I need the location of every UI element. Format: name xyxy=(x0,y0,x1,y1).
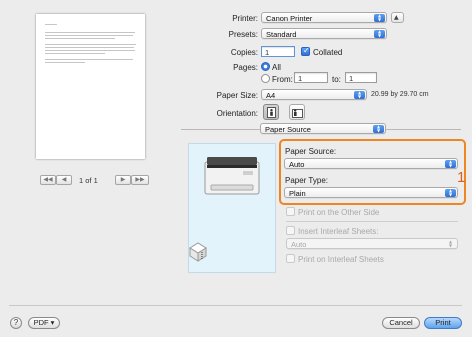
preview-text-line xyxy=(45,35,133,36)
preview-text-line xyxy=(45,47,134,48)
orientation-label: Orientation: xyxy=(216,109,258,118)
portrait-icon xyxy=(267,107,276,118)
help-button[interactable]: ? xyxy=(10,317,22,329)
preview-text-line xyxy=(45,38,115,39)
paper-size-value: A4 xyxy=(266,91,276,100)
footer-separator xyxy=(9,305,462,306)
last-page-button[interactable]: ▶▶ xyxy=(131,175,149,185)
pages-to-label: to: xyxy=(332,75,341,84)
paper-dimensions: 20.99 by 29.70 cm xyxy=(371,91,429,98)
printer-value: Canon Printer xyxy=(266,14,313,23)
section-popup-value: Paper Source xyxy=(265,125,311,134)
copies-label: Copies: xyxy=(230,48,258,57)
preview-text-line xyxy=(45,53,105,54)
print-other-side-checkbox[interactable] xyxy=(286,207,295,216)
page-counter: 1 of 1 xyxy=(79,176,98,185)
printer-icon xyxy=(204,157,260,195)
printer-preview-panel xyxy=(188,143,276,273)
popup-arrows-icon: ▲ ▼ xyxy=(354,91,365,99)
paper-size-label: Paper Size: xyxy=(216,91,258,100)
popup-arrows-icon: ▲ ▼ xyxy=(448,239,453,248)
cancel-button[interactable]: Cancel xyxy=(382,317,420,329)
paper-size-popup[interactable]: A4 ▲ ▼ xyxy=(261,89,367,100)
popup-arrows-icon: ▲ ▼ xyxy=(373,125,384,133)
popup-arrows-icon: ▲ ▼ xyxy=(374,30,385,38)
collated-label: Collated xyxy=(313,48,343,57)
highlight-box xyxy=(279,139,466,205)
printer-popup[interactable]: Canon Printer ▲ ▼ xyxy=(261,12,387,23)
copies-value: 1 xyxy=(265,48,270,57)
landscape-icon xyxy=(292,109,303,118)
copies-field[interactable]: 1 xyxy=(261,46,295,57)
presets-label: Presets: xyxy=(228,30,258,39)
printer-label: Printer: xyxy=(232,14,258,23)
preview-page xyxy=(36,14,145,159)
collated-checkbox[interactable] xyxy=(301,46,310,56)
paper-stack-icon xyxy=(189,242,207,262)
interleaf-popup[interactable]: Auto ▲ ▼ xyxy=(286,238,458,249)
pdf-menu-button[interactable]: PDF ▾ xyxy=(28,317,60,329)
pages-to-value: 1 xyxy=(349,74,354,83)
print-on-interleaf-checkbox[interactable] xyxy=(286,254,295,263)
preview-text-line xyxy=(45,24,57,25)
section-popup[interactable]: Paper Source ▲ ▼ xyxy=(260,123,386,134)
pages-to-field[interactable]: 1 xyxy=(345,72,377,83)
presets-value: Standard xyxy=(266,30,297,39)
popup-arrows-icon: ▲ ▼ xyxy=(374,14,385,22)
interleaf-value: Auto xyxy=(291,240,307,249)
preview-text-line xyxy=(45,44,136,45)
preview-text-line xyxy=(45,62,85,63)
first-page-button[interactable]: ◀◀ xyxy=(40,175,56,185)
landscape-button[interactable] xyxy=(289,104,305,120)
previous-page-button[interactable]: ◀ xyxy=(56,175,72,185)
print-on-interleaf-label: Print on Interleaf Sheets xyxy=(298,255,384,264)
print-other-side-label: Print on the Other Side xyxy=(298,208,380,217)
preview-text-line xyxy=(45,59,133,60)
disclosure-button[interactable]: ▲ xyxy=(391,12,404,23)
pages-from-field[interactable]: 1 xyxy=(294,72,328,83)
callout-number: 1 xyxy=(457,169,466,186)
pages-all-label: All xyxy=(272,63,281,72)
pages-range-radio[interactable] xyxy=(261,74,270,83)
portrait-button[interactable] xyxy=(263,104,279,120)
disclosure-triangle-icon: ▲ xyxy=(394,14,399,21)
insert-interleaf-checkbox[interactable] xyxy=(286,226,295,235)
next-page-button[interactable]: ▶ xyxy=(115,175,131,185)
pages-label: Pages: xyxy=(233,63,258,72)
insert-interleaf-label: Insert Interleaf Sheets: xyxy=(298,227,379,236)
pages-all-radio[interactable] xyxy=(261,62,270,71)
help-icon: ? xyxy=(13,318,19,327)
preview-text-line xyxy=(45,50,135,51)
pages-from-label: From: xyxy=(272,75,293,84)
preview-text-line xyxy=(45,32,135,33)
print-button[interactable]: Print xyxy=(424,317,462,329)
options-separator xyxy=(286,221,458,222)
presets-popup[interactable]: Standard ▲ ▼ xyxy=(261,28,387,39)
pages-from-value: 1 xyxy=(298,74,303,83)
